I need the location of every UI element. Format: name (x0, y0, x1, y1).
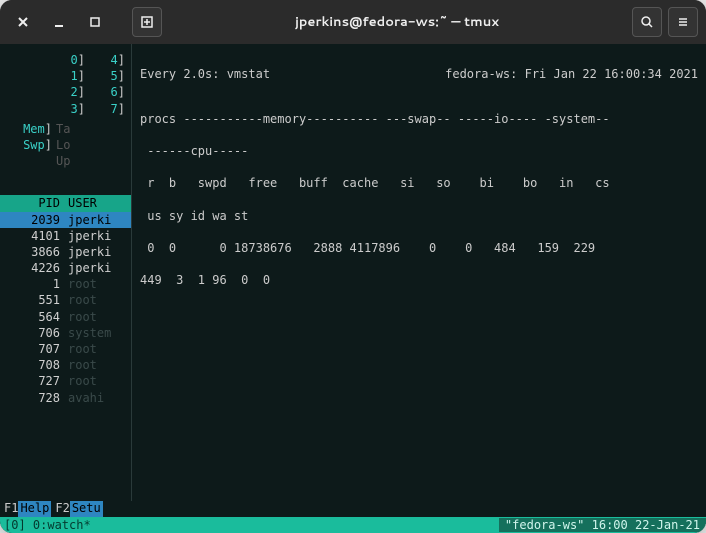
fn-key: F1 (0, 501, 18, 517)
minimize-icon[interactable] (44, 7, 74, 37)
maximize-icon[interactable] (80, 7, 110, 37)
process-row[interactable]: 4226jperki (0, 260, 131, 276)
vmstat-line: us sy id wa st (140, 208, 698, 224)
tmux-status-bar[interactable]: [0] 0:watch* "fedora-ws" 16:00 22-Jan-21 (0, 517, 706, 533)
tmux-status-right: "fedora-ws" 16:00 22-Jan-21 (499, 518, 706, 532)
process-row[interactable]: 1root (0, 276, 131, 292)
col-user: USER (64, 195, 131, 211)
cpu-row: 0]4] (0, 52, 131, 68)
close-icon[interactable] (8, 7, 38, 37)
cpu-row: 1]5] (0, 68, 131, 84)
cpu-row: 3]7] (0, 101, 131, 117)
vmstat-line: 449 3 1 96 0 0 (140, 272, 698, 288)
process-row[interactable]: 551root (0, 292, 131, 308)
tmux-status-left: [0] 0:watch* (0, 518, 91, 532)
titlebar[interactable]: jperkins@fedora-ws:~ — tmux (0, 0, 706, 44)
mem-row: Mem]Ta (0, 121, 131, 137)
cpu-row: 2]6] (0, 84, 131, 100)
process-row[interactable]: 3866jperki (0, 244, 131, 260)
vmstat-pane[interactable]: Every 2.0s: vmstat fedora-ws: Fri Jan 22 … (132, 44, 706, 501)
cpu-meters: 0]4]1]5]2]6]3]7] (0, 44, 131, 121)
fn-key: F2 (51, 501, 69, 517)
vmstat-host: fedora-ws: Fri Jan 22 16:00:34 2021 (445, 66, 698, 82)
mem-row: Swp]Lo (0, 137, 131, 153)
process-row[interactable]: 564root (0, 309, 131, 325)
search-button[interactable] (632, 7, 662, 37)
htop-fn-bar: F1HelpF2Setu (0, 501, 706, 517)
vmstat-line: 0 0 0 18738676 2888 4117896 0 0 484 159 … (140, 240, 698, 256)
process-row[interactable]: 708root (0, 357, 131, 373)
col-pid: PID (0, 195, 64, 211)
process-row[interactable]: 2039jperki (0, 212, 131, 228)
vmstat-line: r b swpd free buff cache si so bi bo in … (140, 175, 698, 191)
window-title: jperkins@fedora-ws:~ — tmux (162, 13, 632, 31)
vmstat-cmd: Every 2.0s: vmstat (140, 66, 270, 82)
new-tab-button[interactable] (132, 7, 162, 37)
process-header: PID USER (0, 195, 131, 211)
fn-label[interactable]: Help (18, 501, 51, 517)
mem-meters: Mem]TaSwp]LoUp (0, 121, 131, 170)
process-row[interactable]: 728avahi (0, 390, 131, 406)
vmstat-line: ------cpu----- (140, 143, 698, 159)
process-row[interactable]: 4101jperki (0, 228, 131, 244)
process-row[interactable]: 727root (0, 373, 131, 389)
process-list[interactable]: PID USER 2039jperki4101jperki3866jperki4… (0, 195, 131, 405)
vmstat-line: procs -----------memory---------- ---swa… (140, 111, 698, 127)
htop-pane[interactable]: 0]4]1]5]2]6]3]7] Mem]TaSwp]LoUp PID USER… (0, 44, 132, 501)
process-row[interactable]: 706system (0, 325, 131, 341)
fn-label[interactable]: Setu (70, 501, 103, 517)
terminal-body[interactable]: 0]4]1]5]2]6]3]7] Mem]TaSwp]LoUp PID USER… (0, 44, 706, 533)
terminal-window: jperkins@fedora-ws:~ — tmux 0]4]1]5]2]6]… (0, 0, 706, 533)
mem-row: Up (0, 153, 131, 169)
process-row[interactable]: 707root (0, 341, 131, 357)
menu-button[interactable] (668, 7, 698, 37)
